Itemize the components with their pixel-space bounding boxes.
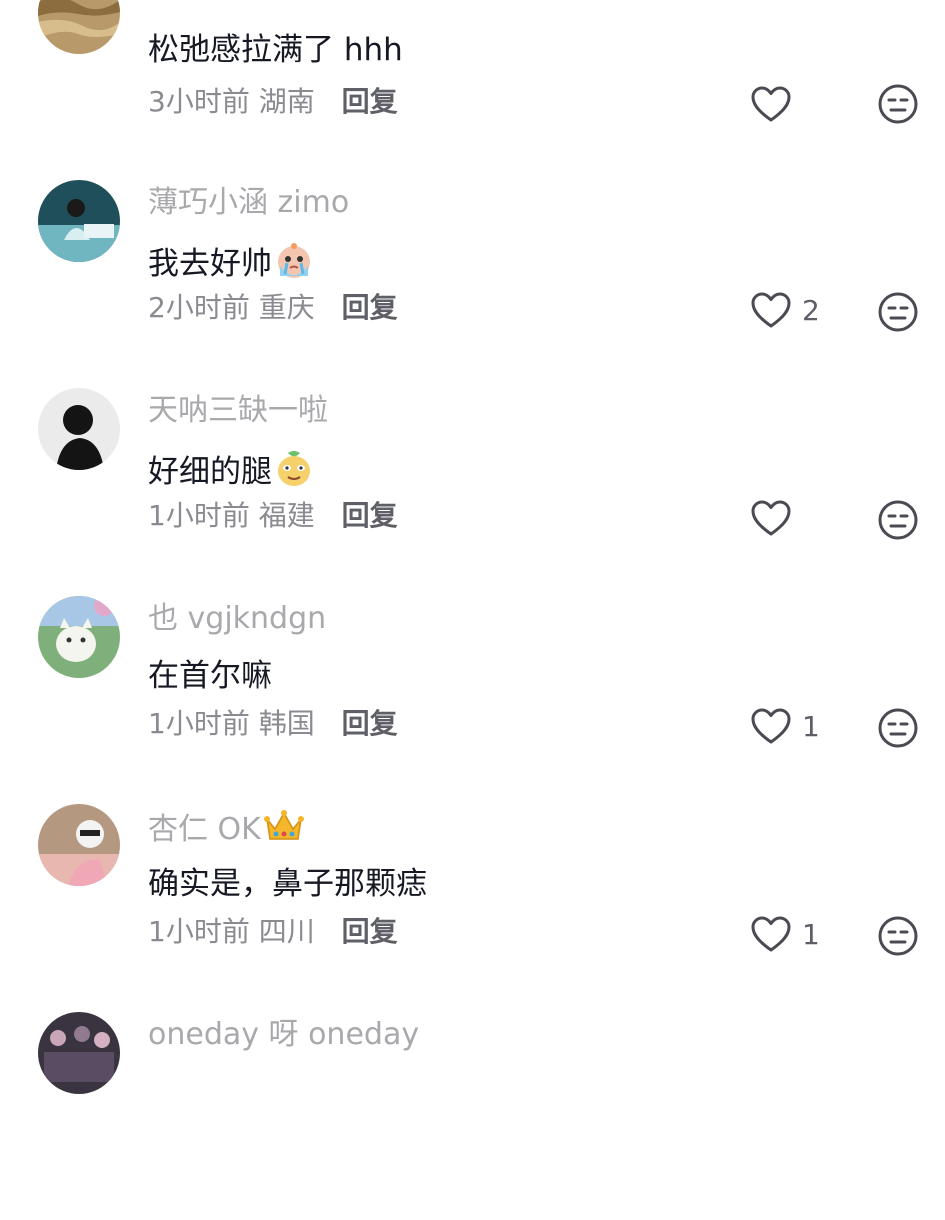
reply-button[interactable]: 回复 bbox=[342, 291, 398, 324]
comment-item: 天呐三缺一啦 好细的腿 1小时前 福建 回复 bbox=[0, 388, 945, 596]
dislike-button[interactable] bbox=[876, 290, 920, 334]
comment-username[interactable]: oneday 呀 oneday bbox=[148, 1017, 419, 1053]
comment-time: 3小时前 bbox=[148, 85, 250, 118]
comment-time: 2小时前 bbox=[148, 291, 250, 324]
comment-item: oneday 呀 oneday bbox=[0, 1012, 945, 1220]
comment-username[interactable]: 杏仁 OK bbox=[148, 809, 305, 854]
comment-text: 我去好帅 bbox=[148, 240, 314, 290]
comment-location: 四川 bbox=[258, 915, 315, 948]
like-button[interactable]: 2 bbox=[750, 288, 820, 332]
comment-meta: 1小时前 福建 回复 bbox=[148, 498, 398, 534]
smirk-emoji bbox=[274, 448, 314, 498]
comment-meta: 3小时前 湖南 回复 bbox=[148, 84, 398, 120]
comment-location: 重庆 bbox=[258, 291, 315, 324]
comment-location: 湖南 bbox=[258, 85, 315, 118]
neutral-face-icon bbox=[878, 916, 918, 956]
dislike-button[interactable] bbox=[876, 498, 920, 542]
crying-emoji bbox=[274, 240, 314, 290]
like-count: 1 bbox=[802, 917, 820, 951]
comment-meta: 2小时前 重庆 回复 bbox=[148, 290, 398, 326]
like-button[interactable]: 1 bbox=[750, 704, 820, 748]
comment-text: 在首尔嘛 bbox=[148, 658, 272, 694]
reply-button[interactable]: 回复 bbox=[342, 499, 398, 532]
neutral-face-icon bbox=[878, 708, 918, 748]
like-button[interactable] bbox=[750, 82, 792, 126]
heart-icon bbox=[751, 86, 791, 122]
neutral-face-icon bbox=[878, 84, 918, 124]
comment-time: 1小时前 bbox=[148, 707, 250, 740]
reply-button[interactable]: 回复 bbox=[342, 85, 398, 118]
like-count: 1 bbox=[802, 709, 820, 743]
comment-meta: 1小时前 四川 回复 bbox=[148, 914, 398, 950]
avatar[interactable] bbox=[38, 180, 120, 262]
comment-username[interactable]: 也 vgjkndgn bbox=[148, 601, 326, 637]
avatar[interactable] bbox=[38, 1012, 120, 1094]
dislike-button[interactable] bbox=[876, 706, 920, 750]
comment-username[interactable]: 天呐三缺一啦 bbox=[148, 393, 328, 429]
avatar[interactable] bbox=[38, 596, 120, 678]
reply-button[interactable]: 回复 bbox=[342, 915, 398, 948]
dislike-button[interactable] bbox=[876, 914, 920, 958]
comment-time: 1小时前 bbox=[148, 499, 250, 532]
avatar[interactable] bbox=[38, 388, 120, 470]
comment-location: 韩国 bbox=[258, 707, 315, 740]
reply-button[interactable]: 回复 bbox=[342, 707, 398, 740]
comment-item: 杏仁 OK 确实是，鼻子那颗痣 1小时前 四川 回复 1 bbox=[0, 804, 945, 1012]
like-count: 2 bbox=[802, 293, 820, 327]
comment-text: 好细的腿 bbox=[148, 448, 314, 498]
like-button[interactable] bbox=[750, 496, 802, 540]
neutral-face-icon bbox=[878, 292, 918, 332]
comment-text: 确实是，鼻子那颗痣 bbox=[148, 866, 427, 902]
neutral-face-icon bbox=[878, 500, 918, 540]
comment-username[interactable]: 薄巧小涵 zimo bbox=[148, 185, 349, 221]
comment-time: 1小时前 bbox=[148, 915, 250, 948]
like-button[interactable]: 1 bbox=[750, 912, 820, 956]
comment-meta: 1小时前 韩国 回复 bbox=[148, 706, 398, 742]
comment-text: 松弛感拉满了 hhh bbox=[148, 32, 403, 68]
heart-icon bbox=[751, 292, 791, 328]
heart-icon bbox=[751, 916, 791, 952]
dislike-button[interactable] bbox=[876, 82, 920, 126]
comment-item: 也 vgjkndgn 在首尔嘛 1小时前 韩国 回复 1 bbox=[0, 596, 945, 804]
comment-item: 薄巧小涵 zimo 我去好帅 2小时前 重庆 回复 2 bbox=[0, 180, 945, 388]
heart-icon bbox=[751, 500, 791, 536]
crown-icon bbox=[263, 809, 305, 854]
comment-location: 福建 bbox=[258, 499, 315, 532]
avatar[interactable] bbox=[38, 0, 120, 54]
heart-icon bbox=[751, 708, 791, 744]
comment-item: 松弛感拉满了 hhh 3小时前 湖南 回复 bbox=[0, 0, 945, 124]
avatar[interactable] bbox=[38, 804, 120, 886]
